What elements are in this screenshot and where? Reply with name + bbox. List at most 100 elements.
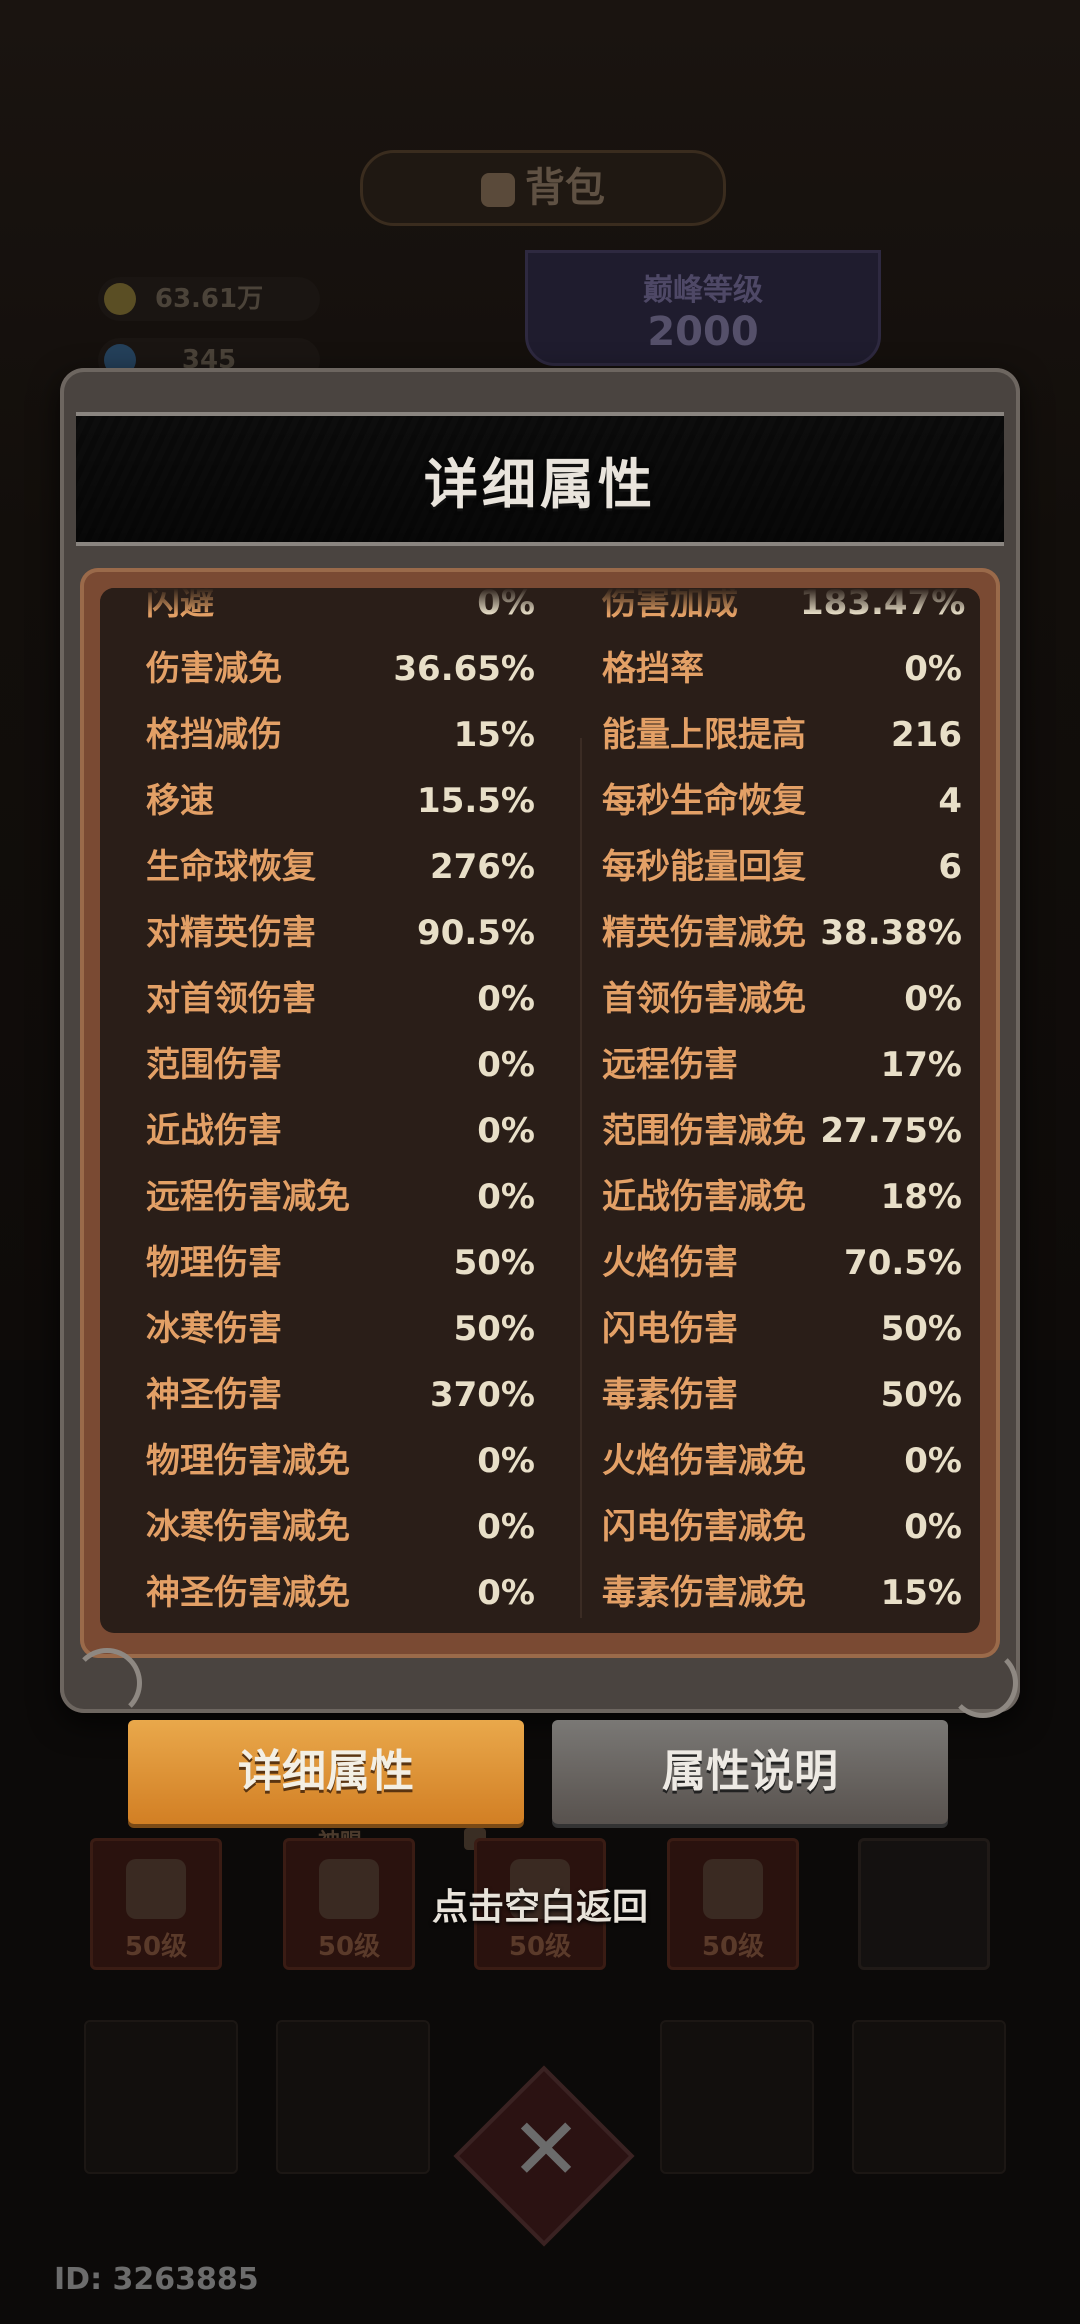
corner-ornament-left: [72, 1648, 142, 1718]
peak-level-value: 2000: [647, 309, 759, 355]
stat-label: 物理伤害减免: [146, 1441, 350, 1481]
stat-label: 对首领伤害: [146, 979, 316, 1019]
gold-counter: 63.61万: [98, 277, 320, 321]
stat-label: 生命球恢复: [146, 847, 316, 887]
stat-row: 远程伤害减免 0% 近战伤害减免 18%: [100, 1164, 980, 1230]
stat-label: 闪电伤害减免: [602, 1507, 806, 1547]
stat-label: 物理伤害: [146, 1243, 282, 1283]
slot-level: 50级: [124, 1932, 188, 1962]
stat-label: 每秒能量回复: [602, 847, 806, 887]
stat-label: 首领伤害减免: [602, 979, 806, 1019]
panel-header: 详细属性: [76, 412, 1004, 546]
peak-level-title: 巅峰等级: [643, 273, 763, 308]
stat-label: 远程伤害减免: [146, 1177, 350, 1217]
stat-value: 0%: [904, 649, 962, 689]
stat-label: 每秒生命恢复: [602, 781, 806, 821]
stat-label: 火焰伤害: [602, 1243, 738, 1283]
bag-title: 背包: [360, 150, 726, 226]
stat-label: 伤害减免: [146, 649, 282, 689]
stat-value: 15%: [880, 1573, 962, 1613]
inventory-slot[interactable]: [852, 2020, 1006, 2174]
stat-row: 神圣伤害 370% 毒素伤害 50%: [100, 1362, 980, 1428]
stat-label: 范围伤害减免: [602, 1111, 806, 1151]
stat-value: 0%: [477, 1111, 535, 1151]
stat-value: 15%: [453, 715, 535, 755]
stat-value: 27.75%: [820, 1111, 962, 1151]
stats-frame: 闪避0%伤害加成183.47%伤害减免36.65%格挡率0%格挡减伤15%能量上…: [80, 568, 1000, 1658]
panel-title: 详细属性: [424, 453, 656, 516]
stat-label: 冰寒伤害: [146, 1309, 282, 1349]
stat-row: 格挡减伤 15% 能量上限提高 216: [100, 702, 980, 768]
stat-label: 能量上限提高: [602, 715, 806, 755]
stat-value: 36.65%: [393, 649, 535, 689]
peak-level-badge: 巅峰等级 2000: [525, 250, 881, 366]
stat-row: 移速 15.5% 每秒生命恢复 4: [100, 768, 980, 834]
stat-label: 格挡率: [602, 649, 704, 689]
stat-row: 生命球恢复 276% 每秒能量回复 6: [100, 834, 980, 900]
stat-value: 0%: [477, 1573, 535, 1613]
stat-label: 范围伤害: [146, 1045, 282, 1085]
stat-value: 0%: [477, 1177, 535, 1217]
stat-label: 远程伤害: [602, 1045, 738, 1085]
stat-value: 50%: [880, 1375, 962, 1415]
scroll-fade: [100, 588, 980, 614]
gold-value: 63.61万: [154, 284, 264, 314]
slot-level: 50级: [701, 1932, 765, 1962]
stat-value: 0%: [477, 1507, 535, 1547]
bag-icon: [481, 173, 515, 207]
stat-row: 对首领伤害 0% 首领伤害减免 0%: [100, 966, 980, 1032]
stat-value: 0%: [904, 1507, 962, 1547]
stat-value: 50%: [453, 1309, 535, 1349]
gold-coin-icon: [104, 283, 136, 315]
stat-value: 6: [938, 847, 962, 887]
stat-label: 冰寒伤害减免: [146, 1507, 350, 1547]
stat-row: 物理伤害 50% 火焰伤害 70.5%: [100, 1230, 980, 1296]
inventory-slot[interactable]: [276, 2020, 430, 2174]
stat-label: 对精英伤害: [146, 913, 316, 953]
stat-label: 近战伤害减免: [602, 1177, 806, 1217]
stat-row: 冰寒伤害 50% 闪电伤害 50%: [100, 1296, 980, 1362]
stat-value: 38.38%: [820, 913, 962, 953]
inventory-slot[interactable]: [660, 2020, 814, 2174]
stat-value: 4: [938, 781, 962, 821]
bag-title-text: 背包: [525, 165, 605, 211]
stat-value: 0%: [477, 1045, 535, 1085]
stat-label: 格挡减伤: [146, 715, 282, 755]
stat-label: 神圣伤害减免: [146, 1573, 350, 1613]
slot-level: 50级: [317, 1932, 381, 1962]
stat-row: 对精英伤害 90.5% 精英伤害减免 38.38%: [100, 900, 980, 966]
stat-label: 神圣伤害: [146, 1375, 282, 1415]
stat-value: 0%: [904, 1441, 962, 1481]
tab-attribute-explanation[interactable]: 属性说明: [552, 1720, 948, 1824]
stat-label: 闪电伤害: [602, 1309, 738, 1349]
stat-value: 0%: [904, 979, 962, 1019]
stat-value: 70.5%: [844, 1243, 962, 1283]
slot-level: 50级: [508, 1932, 572, 1962]
corner-ornament-right: [948, 1648, 1018, 1718]
stats-scroll-area[interactable]: 闪避0%伤害加成183.47%伤害减免36.65%格挡率0%格挡减伤15%能量上…: [100, 588, 980, 1633]
stat-value: 370%: [429, 1375, 535, 1415]
tap-blank-to-return-hint[interactable]: 点击空白返回: [0, 1878, 1080, 1930]
stat-row: 范围伤害 0% 远程伤害 17%: [100, 1032, 980, 1098]
stat-value: 18%: [880, 1177, 962, 1217]
stat-value: 15.5%: [417, 781, 535, 821]
stat-row: 冰寒伤害减免 0% 闪电伤害减免 0%: [100, 1494, 980, 1560]
inventory-slot[interactable]: [84, 2020, 238, 2174]
player-id: ID: 3263885: [54, 2262, 259, 2297]
stat-label: 毒素伤害: [602, 1375, 738, 1415]
stat-label: 移速: [146, 781, 214, 821]
stat-value: 0%: [477, 979, 535, 1019]
stat-row: 近战伤害 0% 范围伤害减免 27.75%: [100, 1098, 980, 1164]
stat-label: 精英伤害减免: [602, 913, 806, 953]
stat-value: 0%: [477, 1441, 535, 1481]
stats-list: 闪避0%伤害加成183.47%伤害减免36.65%格挡率0%格挡减伤15%能量上…: [100, 588, 980, 1626]
crossed-swords-icon: ✕: [510, 2100, 583, 2200]
stat-value: 17%: [880, 1045, 962, 1085]
stat-value: 216: [891, 715, 962, 755]
stat-label: 近战伤害: [146, 1111, 282, 1151]
stat-value: 50%: [453, 1243, 535, 1283]
tab-detail-attributes[interactable]: 详细属性: [128, 1720, 524, 1824]
stat-label: 火焰伤害减免: [602, 1441, 806, 1481]
stat-value: 276%: [429, 847, 535, 887]
stat-value: 50%: [880, 1309, 962, 1349]
